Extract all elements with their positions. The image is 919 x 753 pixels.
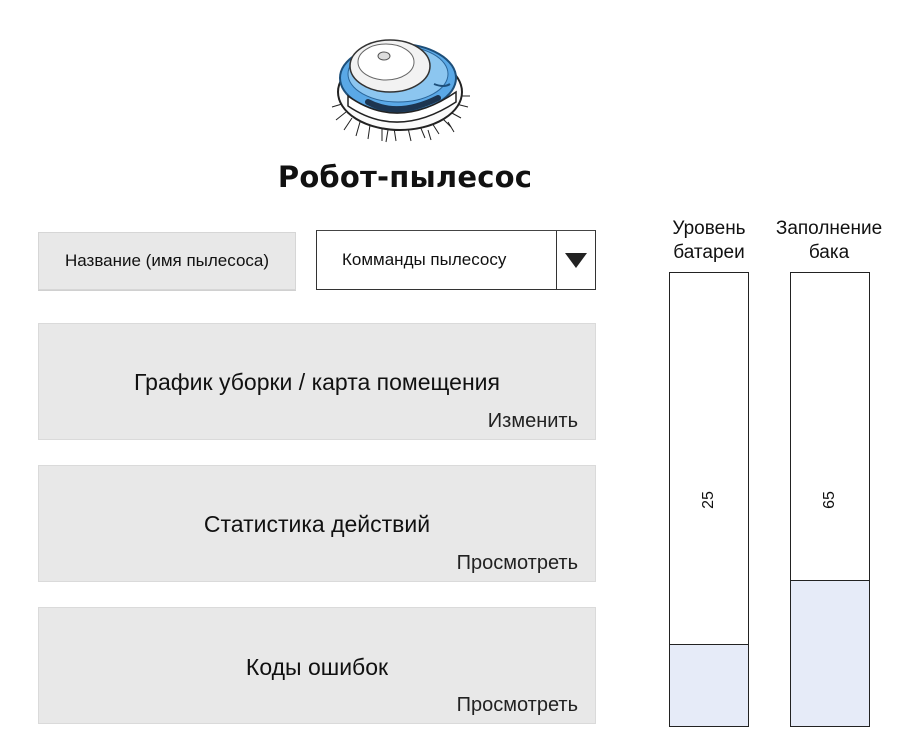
card-title: Коды ошибок <box>245 654 389 680</box>
page-title: Робот-пылесос <box>277 160 533 194</box>
battery-gauge-fill <box>670 644 748 726</box>
robot-vacuum-icon <box>331 39 470 143</box>
bin-gauge-fill <box>791 580 869 726</box>
bin-gauge: 65 <box>790 272 870 727</box>
battery-label-line2: батареи <box>673 242 745 263</box>
battery-label: Уровень батареи <box>639 217 779 265</box>
statistics-card[interactable]: Статистика действий Просмотреть <box>38 465 596 582</box>
edit-link[interactable]: Изменить <box>488 410 578 433</box>
schedule-map-card[interactable]: График уборки / карта помещения Изменить <box>38 323 596 440</box>
triangle-down-icon <box>565 252 587 268</box>
battery-label-line1: Уровень <box>672 218 746 239</box>
device-name-field[interactable]: Название (имя пылесоса) <box>38 232 296 290</box>
commands-dropdown[interactable]: Комманды пылесосу <box>316 230 596 290</box>
view-error-codes-link[interactable]: Просмотреть <box>457 694 578 717</box>
view-statistics-link[interactable]: Просмотреть <box>457 552 578 575</box>
error-codes-card[interactable]: Коды ошибок Просмотреть <box>38 607 596 724</box>
bin-value: 65 <box>821 490 838 509</box>
bin-label-line1: Заполнение <box>775 218 883 239</box>
commands-dropdown-value: Комманды пылесосу <box>342 250 507 269</box>
bin-label: Заполнение бака <box>759 217 899 265</box>
battery-value: 25 <box>700 490 717 509</box>
card-title: График уборки / карта помещения <box>134 369 500 395</box>
dropdown-toggle-button[interactable] <box>556 231 595 289</box>
card-title: Статистика действий <box>203 511 431 537</box>
battery-gauge: 25 <box>669 272 749 727</box>
bin-label-line2: бака <box>808 242 850 263</box>
